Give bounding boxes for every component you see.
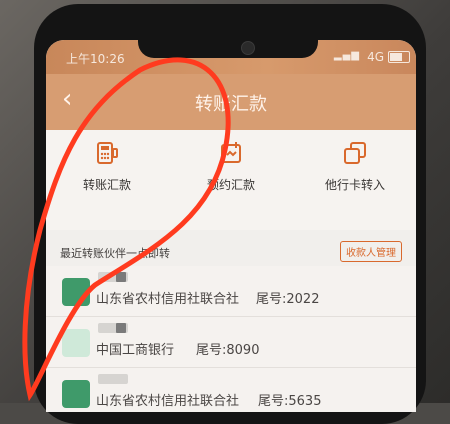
bank-logo-icon xyxy=(62,380,90,408)
recent-partners-bar: 最近转账伙伴一点即转 收款人管理 xyxy=(46,236,416,266)
action-scheduled[interactable]: 预约汇款 xyxy=(176,140,286,193)
bank-logo-icon xyxy=(62,329,90,357)
page-title: 转账汇款 xyxy=(195,94,267,115)
pos-terminal-icon xyxy=(97,142,118,164)
action-transfer-label: 转账汇款 xyxy=(82,178,131,192)
list-item[interactable]: 山东省农村信用社联合社 尾号:5635 xyxy=(46,368,416,412)
list-item[interactable]: 山东省农村信用社联合社 尾号:2022 xyxy=(46,266,416,317)
recent-partners-label: 最近转账伙伴一点即转 xyxy=(60,247,170,260)
redacted-name xyxy=(116,323,126,333)
payee-management-button[interactable]: 收款人管理 xyxy=(340,241,402,262)
action-scheduled-label: 预约汇款 xyxy=(206,178,255,192)
payee-bank: 山东省农村信用社联合社 xyxy=(96,394,240,409)
payee-tail: 尾号:2022 xyxy=(256,292,320,307)
front-camera-icon xyxy=(241,41,255,55)
action-other-bank-label: 他行卡转入 xyxy=(324,178,385,192)
redacted-name xyxy=(98,374,128,384)
app-header: ‹ 转账汇款 xyxy=(46,74,416,130)
list-item[interactable]: 中国工商银行 尾号:8090 xyxy=(46,317,416,368)
battery-icon xyxy=(388,51,410,63)
notch xyxy=(138,40,318,58)
payee-tail: 尾号:5635 xyxy=(258,394,322,409)
payee-list: 山东省农村信用社联合社 尾号:2022 中国工商银行 尾号:8090 山东省农村… xyxy=(46,266,416,412)
status-bar: 上午10:26 ▂▄▆ 4G xyxy=(46,40,416,74)
status-time: 上午10:26 xyxy=(66,52,125,66)
payee-tail: 尾号:8090 xyxy=(196,343,260,358)
bank-logo-icon xyxy=(62,278,90,306)
quick-actions: 转账汇款 预约汇款 他行卡转入 xyxy=(46,130,416,230)
action-transfer[interactable]: 转账汇款 xyxy=(52,140,162,193)
signal-icon: ▂▄▆ xyxy=(333,50,360,61)
copy-icon xyxy=(344,142,366,164)
redacted-name xyxy=(116,272,126,282)
payee-bank: 中国工商银行 xyxy=(96,343,175,358)
network-type: 4G xyxy=(367,50,384,64)
calendar-icon xyxy=(221,142,241,163)
payee-bank: 山东省农村信用社联合社 xyxy=(96,292,240,307)
phone-screen: 上午10:26 ▂▄▆ 4G ‹ 转账汇款 转账汇款 预约汇款 他行卡转入 最近… xyxy=(46,40,416,412)
action-other-bank[interactable]: 他行卡转入 xyxy=(300,140,410,193)
